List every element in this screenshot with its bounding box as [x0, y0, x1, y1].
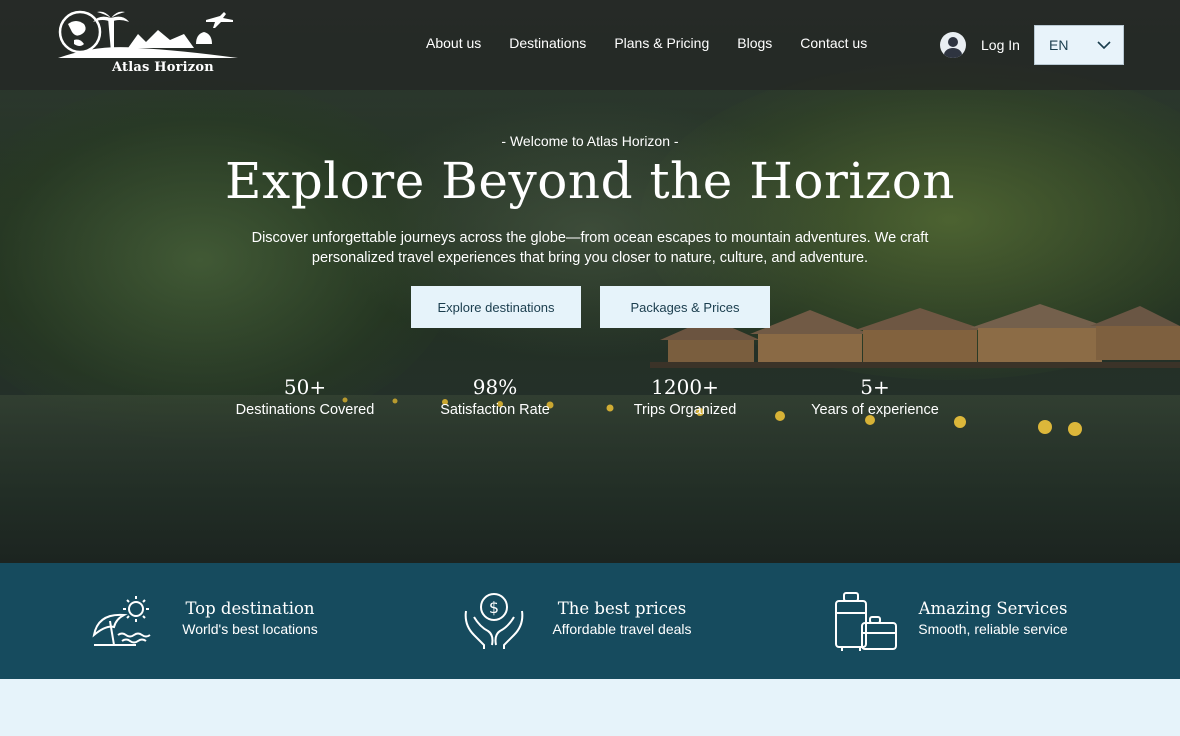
hands-dollar-coin-icon: $	[464, 593, 524, 649]
packages-prices-button[interactable]: Packages & Prices	[600, 286, 770, 328]
feature-subtitle: Smooth, reliable service	[918, 621, 1068, 637]
site-header: Atlas Horizon About us Destinations Plan…	[0, 0, 1180, 90]
stat-satisfaction: 98% Satisfaction Rate	[395, 374, 595, 418]
feature-amazing-services: Amazing Services Smooth, reliable servic…	[834, 563, 1094, 679]
stat-label: Destinations Covered	[235, 402, 375, 418]
luggage-icon	[835, 592, 897, 651]
user-avatar-icon	[940, 32, 966, 58]
hero-subtitle: Discover unforgettable journeys across t…	[251, 230, 929, 266]
stat-trips: 1200+ Trips Organized	[585, 374, 785, 418]
nav-contact-us[interactable]: Contact us	[800, 35, 867, 51]
hero-title: Explore Beyond the Horizon	[225, 152, 955, 210]
brand-name: Atlas Horizon	[112, 60, 214, 75]
feature-best-prices: $ The best prices Affordable travel deal…	[462, 563, 722, 679]
stat-label: Satisfaction Rate	[440, 402, 550, 418]
feature-subtitle: World's best locations	[182, 621, 318, 637]
svg-text:$: $	[489, 598, 499, 617]
feature-text: Top destination World's best locations	[180, 599, 320, 637]
next-section-background	[0, 679, 1180, 736]
language-selected-value: EN	[1049, 37, 1069, 53]
feature-top-destination: Top destination World's best locations	[90, 563, 350, 679]
feature-title: The best prices	[557, 599, 687, 618]
explore-destinations-button[interactable]: Explore destinations	[411, 286, 581, 328]
feature-subtitle: Affordable travel deals	[552, 621, 692, 637]
stat-destinations: 50+ Destinations Covered	[205, 374, 405, 418]
login-button[interactable]: Log In	[940, 32, 1020, 58]
stat-experience: 5+ Years of experience	[775, 374, 975, 418]
nav-about-us[interactable]: About us	[426, 35, 481, 51]
stat-value: 5+	[860, 375, 890, 399]
brand-logo[interactable]: Atlas Horizon	[56, 10, 242, 80]
globe-palm-plane-icon	[58, 10, 238, 58]
hero-eyebrow: - Welcome to Atlas Horizon -	[501, 133, 679, 149]
feature-title: Top destination	[185, 599, 315, 618]
chevron-down-icon	[1097, 41, 1111, 49]
stat-value: 98%	[472, 375, 518, 399]
stat-label: Years of experience	[811, 402, 939, 418]
stat-value: 1200+	[651, 375, 719, 399]
beach-umbrella-sun-icon	[92, 596, 151, 646]
nav-destinations[interactable]: Destinations	[509, 35, 586, 51]
main-nav: About us Destinations Plans & Pricing Bl…	[426, 35, 895, 51]
stat-label: Trips Organized	[633, 402, 737, 418]
nav-plans-pricing[interactable]: Plans & Pricing	[614, 35, 709, 51]
feature-text: Amazing Services Smooth, reliable servic…	[916, 599, 1070, 637]
feature-title: Amazing Services	[918, 599, 1068, 618]
language-select[interactable]: EN	[1034, 25, 1124, 65]
login-label: Log In	[981, 37, 1020, 53]
stat-value: 50+	[283, 375, 327, 399]
features-band: Top destination World's best locations $…	[0, 563, 1180, 679]
feature-text: The best prices Affordable travel deals	[547, 599, 697, 637]
nav-blogs[interactable]: Blogs	[737, 35, 772, 51]
